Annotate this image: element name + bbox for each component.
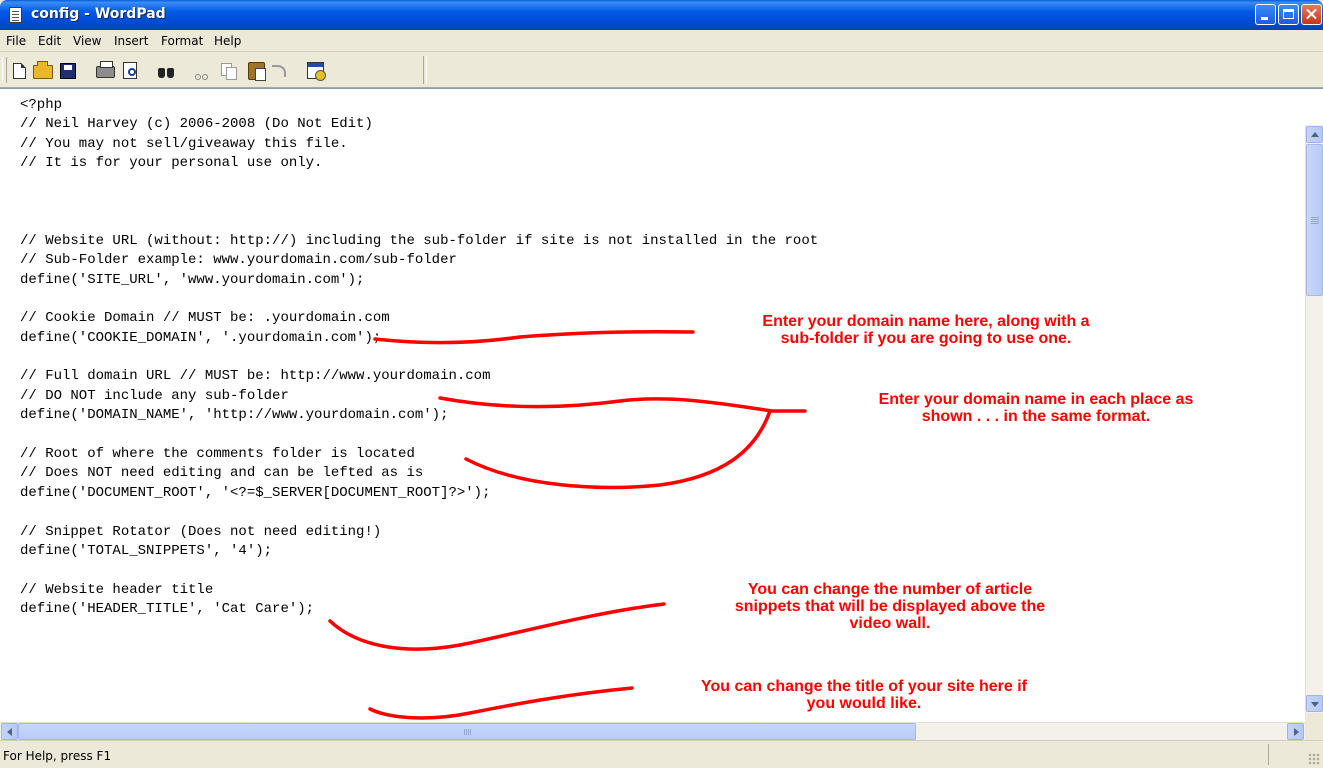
annotation-site-url: Enter your domain name here, along with …: [706, 313, 1146, 347]
status-bar: For Help, press F1: [0, 740, 1323, 768]
code-line[interactable]: // Website URL (without: http://) includ…: [20, 232, 818, 251]
scroll-right-button[interactable]: [1287, 723, 1304, 740]
maximize-icon: [1279, 5, 1298, 24]
code-line[interactable]: define('SITE_URL', 'www.yourdomain.com')…: [20, 271, 818, 290]
annotation-snippets: You can change the number of article sni…: [680, 581, 1100, 632]
code-line[interactable]: [20, 503, 818, 522]
toolbar-gripper[interactable]: [2, 57, 7, 83]
window-title: config - WordPad: [31, 6, 166, 22]
menu-view[interactable]: View: [73, 34, 101, 48]
code-line[interactable]: // Root of where the comments folder is …: [20, 445, 818, 464]
wordpad-document-icon[interactable]: [9, 7, 22, 23]
code-line[interactable]: [20, 348, 818, 367]
arrow-up-icon: [1311, 132, 1319, 137]
annotation-title: You can change the title of your site he…: [644, 678, 1084, 712]
horizontal-scroll-thumb[interactable]: [18, 723, 916, 740]
code-line[interactable]: define('DOCUMENT_ROOT', '<?=$_SERVER[DOC…: [20, 484, 818, 503]
arrow-right-icon: [1294, 728, 1299, 736]
open-icon[interactable]: [33, 61, 53, 79]
code-line[interactable]: define('COOKIE_DOMAIN', '.yourdomain.com…: [20, 329, 818, 348]
print-preview-icon[interactable]: [123, 62, 137, 79]
find-icon[interactable]: [157, 63, 175, 79]
annotation-line: snippets that will be displayed above th…: [734, 598, 1046, 615]
annotation-line: Enter your domain name in each place as: [878, 391, 1194, 408]
arrow-left-icon: [7, 728, 12, 736]
stroke-title: [368, 686, 634, 720]
close-icon: [1302, 5, 1321, 24]
code-line[interactable]: // Snippet Rotator (Does not need editin…: [20, 523, 818, 542]
vertical-scroll-thumb[interactable]: [1306, 144, 1323, 296]
grip-icon: [1311, 217, 1319, 218]
annotation-line: Enter your domain name here, along with …: [762, 313, 1090, 330]
menu-bar: File Edit View Insert Format Help: [0, 30, 1323, 52]
document-area[interactable]: <?php// Neil Harvey (c) 2006-2008 (Do No…: [0, 88, 1323, 722]
cut-icon[interactable]: [195, 62, 209, 80]
status-panel: [1268, 744, 1300, 765]
maximize-button[interactable]: [1278, 4, 1299, 25]
code-line[interactable]: // Neil Harvey (c) 2006-2008 (Do Not Edi…: [20, 115, 818, 134]
minimize-icon: [1256, 5, 1275, 24]
minimize-button[interactable]: [1255, 4, 1276, 25]
annotation-line: You can change the title of your site he…: [701, 678, 1027, 695]
scroll-left-button[interactable]: [1, 723, 18, 740]
resize-grip-icon[interactable]: [1308, 753, 1320, 765]
document-text[interactable]: <?php// Neil Harvey (c) 2006-2008 (Do No…: [20, 96, 818, 620]
annotation-line: shown . . . in the same format.: [921, 408, 1151, 425]
menu-help[interactable]: Help: [214, 34, 241, 48]
code-line[interactable]: // DO NOT include any sub-folder: [20, 387, 818, 406]
arrow-down-icon: [1311, 702, 1319, 707]
toolbar: [0, 52, 1323, 88]
horizontal-scrollbar[interactable]: [0, 722, 1305, 740]
undo-icon[interactable]: [272, 65, 286, 77]
code-line[interactable]: define('DOMAIN_NAME', 'http://www.yourdo…: [20, 406, 818, 425]
code-line[interactable]: [20, 561, 818, 580]
paste-icon[interactable]: [248, 62, 266, 81]
menu-edit[interactable]: Edit: [38, 34, 61, 48]
title-bar[interactable]: config - WordPad: [0, 0, 1323, 30]
close-button[interactable]: [1301, 4, 1322, 25]
save-icon[interactable]: [60, 63, 76, 79]
annotation-domain: Enter your domain name in each place as …: [826, 391, 1246, 425]
toolbar-end-separator: [423, 56, 427, 84]
code-line[interactable]: [20, 212, 818, 231]
code-line[interactable]: // Sub-Folder example: www.yourdomain.co…: [20, 251, 818, 270]
menu-file[interactable]: File: [6, 34, 26, 48]
menu-insert[interactable]: Insert: [114, 34, 148, 48]
code-line[interactable]: // Does NOT need editing and can be left…: [20, 464, 818, 483]
code-line[interactable]: // You may not sell/giveaway this file.: [20, 135, 818, 154]
copy-icon[interactable]: [221, 63, 237, 80]
scroll-down-button[interactable]: [1306, 695, 1323, 712]
code-line[interactable]: [20, 174, 818, 193]
grip-icon: [464, 729, 465, 735]
code-line[interactable]: // It is for your personal use only.: [20, 154, 818, 173]
vertical-scrollbar[interactable]: [1305, 125, 1323, 713]
code-line[interactable]: // Full domain URL // MUST be: http://ww…: [20, 367, 818, 386]
annotation-line: video wall.: [849, 615, 931, 632]
print-icon[interactable]: [96, 61, 115, 78]
scroll-up-button[interactable]: [1306, 126, 1323, 143]
scrollbar-corner: [1305, 713, 1323, 740]
code-line[interactable]: [20, 193, 818, 212]
annotation-line: You can change the number of article: [747, 581, 1033, 598]
code-line[interactable]: [20, 426, 818, 445]
annotation-line: sub-folder if you are going to use one.: [780, 330, 1072, 347]
date-time-icon[interactable]: [307, 62, 326, 81]
menu-format[interactable]: Format: [161, 34, 203, 48]
code-line[interactable]: define('TOTAL_SNIPPETS', '4');: [20, 542, 818, 561]
annotation-line: you would like.: [806, 695, 922, 712]
code-line[interactable]: [20, 290, 818, 309]
code-line[interactable]: <?php: [20, 96, 818, 115]
new-icon[interactable]: [13, 63, 26, 79]
code-line[interactable]: // Cookie Domain // MUST be: .yourdomain…: [20, 309, 818, 328]
status-help-text: For Help, press F1: [3, 749, 112, 763]
